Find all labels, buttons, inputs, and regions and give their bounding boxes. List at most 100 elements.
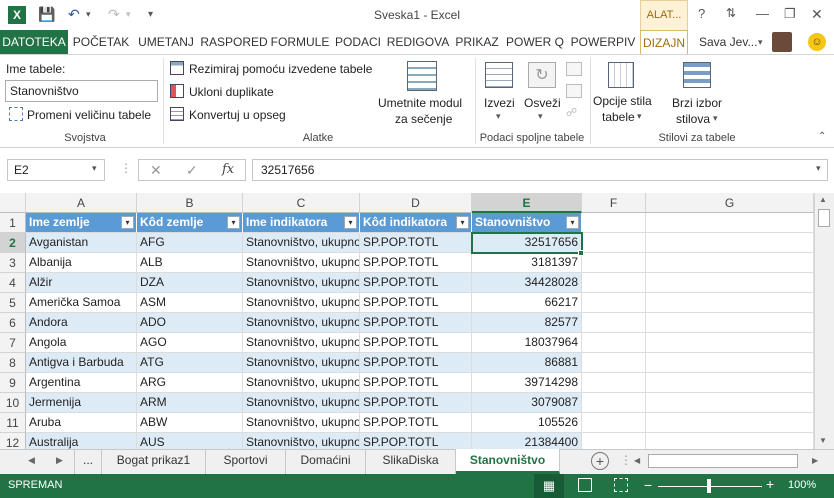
empty-cell[interactable] [582, 233, 646, 253]
table-name-input[interactable]: Stanovništvo [5, 80, 158, 102]
table-cell[interactable]: Albanija [26, 253, 137, 273]
scroll-down-icon[interactable]: ▼ [819, 436, 827, 445]
empty-cell[interactable] [582, 373, 646, 393]
insert-function-icon[interactable]: fx [222, 162, 234, 177]
quick-styles-button-line2[interactable]: stilova [676, 112, 710, 126]
row-header[interactable]: 12 [0, 433, 26, 449]
row-header[interactable]: 9 [0, 373, 26, 393]
table-cell[interactable]: Avganistan [26, 233, 137, 253]
remove-duplicates-button[interactable]: Ukloni duplikate [189, 85, 274, 99]
table-cell[interactable]: ABW [137, 413, 243, 433]
open-browser-icon[interactable] [566, 84, 582, 98]
select-all-corner[interactable] [0, 193, 26, 213]
row-header[interactable]: 1 [0, 213, 26, 233]
table-cell[interactable]: Stanovništvo, ukupno [243, 233, 360, 253]
table-header-cell[interactable]: Ime zemlje ▾ [26, 213, 137, 233]
table-cell[interactable]: ARG [137, 373, 243, 393]
empty-cell[interactable] [582, 213, 646, 233]
tab-redigova[interactable]: REDIGOVA [386, 30, 450, 54]
table-cell[interactable]: Stanovništvo, ukupno [243, 413, 360, 433]
table-cell[interactable]: Andora [26, 313, 137, 333]
empty-cell[interactable] [646, 233, 814, 253]
table-cell[interactable]: SP.POP.TOTL [360, 333, 472, 353]
table-cell[interactable]: AFG [137, 233, 243, 253]
tab-datoteka[interactable]: DATOTEKA [0, 30, 68, 54]
avatar[interactable] [772, 32, 792, 52]
table-cell[interactable]: 86881 [472, 353, 582, 373]
empty-cell[interactable] [646, 293, 814, 313]
empty-cell[interactable] [582, 273, 646, 293]
empty-cell[interactable] [582, 353, 646, 373]
filter-dropdown-icon[interactable]: ▾ [456, 216, 469, 229]
zoom-in-icon[interactable]: + [766, 476, 774, 492]
formula-input[interactable]: 32517656 [252, 159, 828, 181]
properties-icon[interactable] [566, 62, 582, 76]
restore-icon[interactable]: ❐ [784, 6, 796, 22]
empty-cell[interactable] [582, 333, 646, 353]
table-cell[interactable]: SP.POP.TOTL [360, 413, 472, 433]
table-cell[interactable]: Argentina [26, 373, 137, 393]
table-cell[interactable]: Stanovništvo, ukupno [243, 313, 360, 333]
table-cell[interactable]: Australija [26, 433, 137, 449]
export-dropdown-icon[interactable]: ▾ [496, 111, 501, 122]
empty-cell[interactable] [582, 413, 646, 433]
summarize-pivot-button[interactable]: Rezimiraj pomoću izvedene tabele [189, 62, 372, 76]
column-header-f[interactable]: F [582, 193, 646, 213]
table-cell[interactable]: ADO [137, 313, 243, 333]
scroll-up-icon[interactable]: ▲ [819, 195, 827, 204]
empty-cell[interactable] [582, 393, 646, 413]
row-header[interactable]: 2 [0, 233, 26, 253]
empty-cell[interactable] [646, 333, 814, 353]
style-options-button[interactable]: Opcije stila [593, 94, 652, 108]
tab-powerpiv[interactable]: POWERPIV [568, 30, 638, 54]
expand-formula-icon[interactable]: ▾ [816, 163, 821, 174]
empty-cell[interactable] [646, 253, 814, 273]
table-cell[interactable]: Stanovništvo, ukupno [243, 333, 360, 353]
table-header-cell[interactable]: Ime indikatora ▾ [243, 213, 360, 233]
sheet-tab-bogat-prikaz1[interactable]: Bogat prikaz1 [102, 449, 206, 474]
refresh-dropdown-icon[interactable]: ▾ [538, 111, 543, 122]
table-cell[interactable]: 3079087 [472, 393, 582, 413]
page-layout-view-icon[interactable] [578, 478, 592, 492]
smiley-feedback-icon[interactable]: ☺ [808, 33, 826, 51]
empty-cell[interactable] [646, 393, 814, 413]
table-cell[interactable]: 39714298 [472, 373, 582, 393]
table-cell[interactable]: Stanovništvo, ukupno [243, 373, 360, 393]
hscroll-left-icon[interactable]: ◀ [634, 456, 640, 465]
user-dropdown-icon[interactable]: ▾ [758, 37, 763, 48]
table-cell[interactable]: Alžir [26, 273, 137, 293]
insert-slicer-button-line2[interactable]: za sečenje [395, 112, 452, 126]
empty-cell[interactable] [646, 373, 814, 393]
table-header-cell[interactable]: Stanovništvo ▾ [472, 213, 582, 233]
row-header[interactable]: 5 [0, 293, 26, 313]
row-header[interactable]: 3 [0, 253, 26, 273]
vertical-scrollbar[interactable]: ▲ ▼ [814, 193, 834, 449]
table-cell[interactable]: SP.POP.TOTL [360, 373, 472, 393]
tab-power-q[interactable]: POWER Q [504, 30, 566, 54]
quick-styles-dropdown-icon[interactable]: ▾ [713, 113, 718, 124]
sheet-tab-stanovnistvo[interactable]: Stanovništvo [456, 449, 560, 474]
row-header[interactable]: 6 [0, 313, 26, 333]
table-cell[interactable]: 34428028 [472, 273, 582, 293]
column-header-a[interactable]: A [26, 193, 137, 213]
filter-dropdown-icon[interactable]: ▾ [344, 216, 357, 229]
new-sheet-icon[interactable]: + [591, 452, 609, 470]
table-cell[interactable]: DZA [137, 273, 243, 293]
table-cell[interactable]: ARM [137, 393, 243, 413]
prev-sheet-icon[interactable]: ◀ [28, 455, 35, 466]
tab-umetanj[interactable]: UMETANJ [134, 30, 198, 54]
table-cell[interactable]: SP.POP.TOTL [360, 293, 472, 313]
table-cell[interactable]: Jermenija [26, 393, 137, 413]
table-cell[interactable]: SP.POP.TOTL [360, 433, 472, 449]
style-options-button-line2[interactable]: tabele [602, 110, 635, 124]
table-cell[interactable]: SP.POP.TOTL [360, 353, 472, 373]
hscroll-right-icon[interactable]: ▶ [812, 456, 818, 465]
worksheet-grid[interactable]: A B C D E F G 1 Ime zemlje ▾ Kôd zemlje ▾ Ime… [0, 193, 814, 449]
row-header[interactable]: 4 [0, 273, 26, 293]
table-cell[interactable]: 82577 [472, 313, 582, 333]
table-cell[interactable]: SP.POP.TOTL [360, 393, 472, 413]
table-cell[interactable]: ATG [137, 353, 243, 373]
sheet-tab-more[interactable]: ... [74, 449, 102, 474]
table-cell[interactable]: Aruba [26, 413, 137, 433]
tab-pocetak[interactable]: POČETAK [70, 30, 132, 54]
